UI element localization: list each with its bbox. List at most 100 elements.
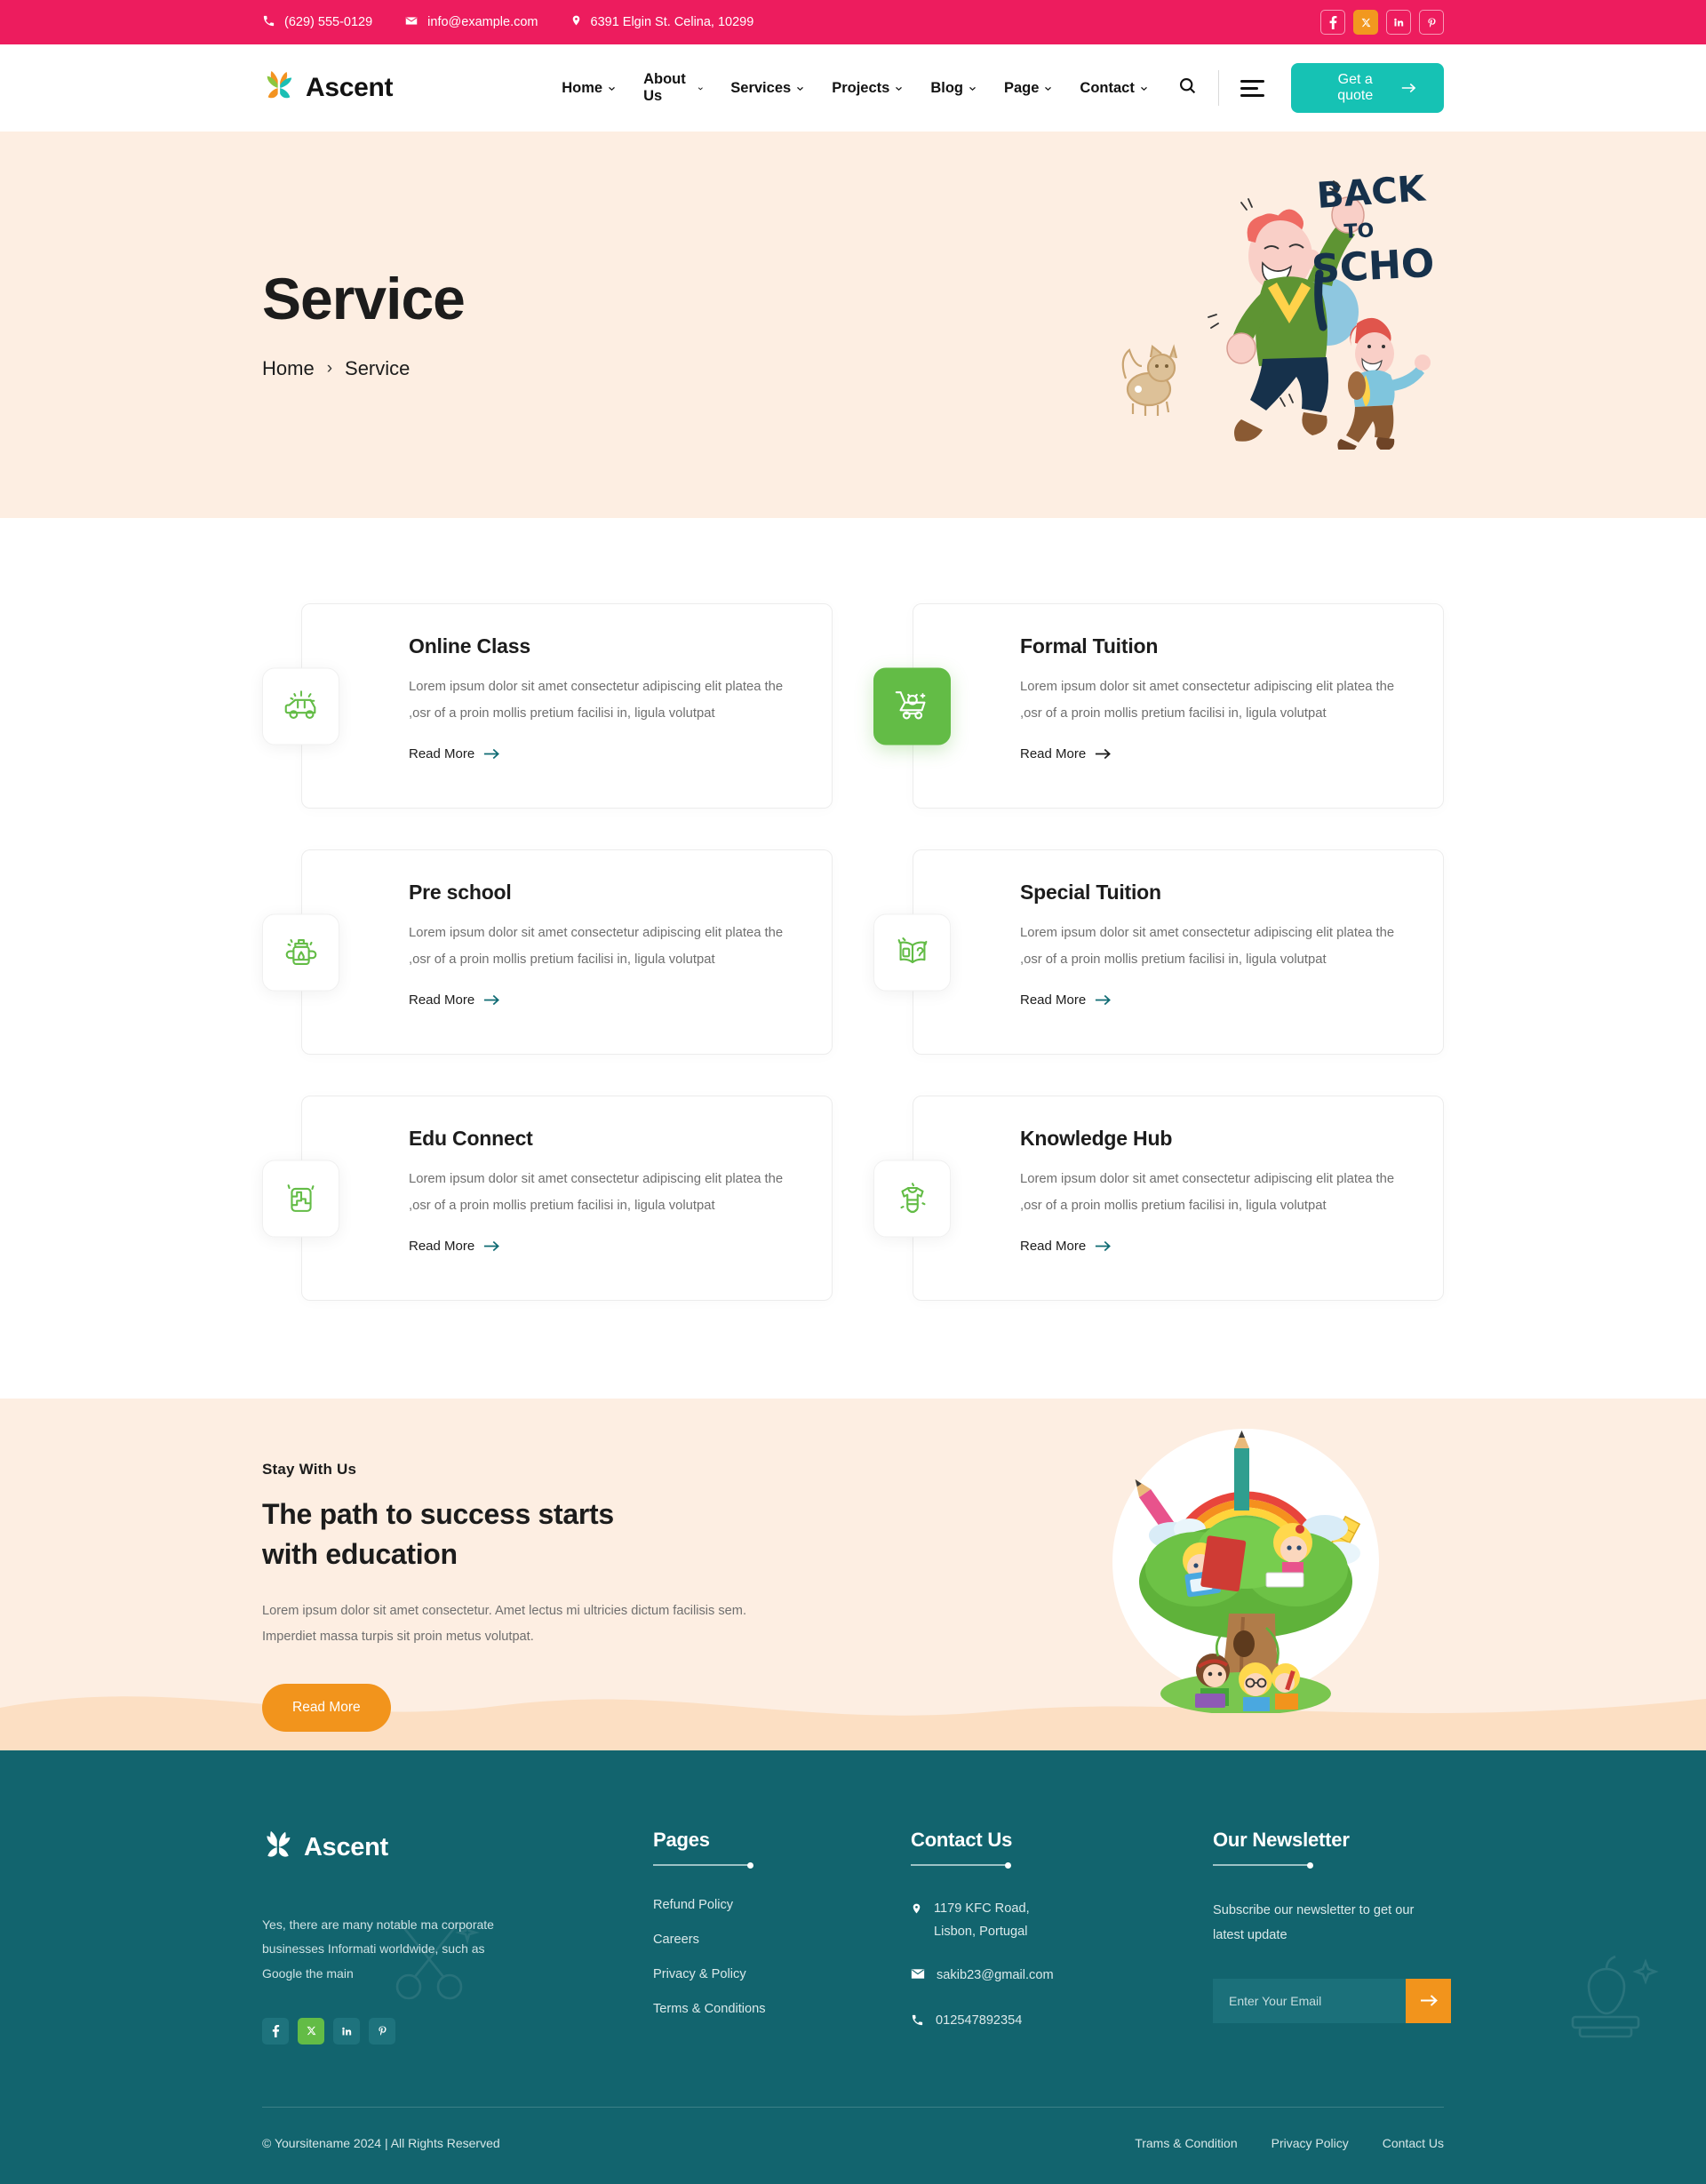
social-x-twitter-icon[interactable] [298,2017,324,2045]
arrow-right-icon [484,995,500,1006]
social-linkedin-icon[interactable] [333,2017,360,2045]
service-title: Online Class [409,634,530,658]
service-card-knowledge-hub[interactable]: Knowledge Hub Lorem ipsum dolor sit amet… [873,1096,1444,1301]
search-icon[interactable] [1178,76,1197,100]
chevron-down-icon [896,86,903,91]
footer-bottom-link-terms[interactable]: Trams & Condition [1135,2136,1237,2150]
social-x-twitter-icon[interactable] [1353,10,1378,35]
arrow-right-icon [484,749,500,760]
topbar-phone-text: (629) 555-0129 [284,15,373,29]
apple-book-decoration-icon [1571,1955,1659,2038]
service-title: Pre school [409,881,512,904]
footer-email[interactable]: sakib23@gmail.com [911,1965,1177,1989]
arrow-right-icon [1096,995,1112,1006]
location-pin-icon [570,13,582,31]
site-footer: Ascent Yes, there are many notable ma co… [0,1750,1706,2184]
brand-logo[interactable]: Ascent [262,68,394,108]
arrow-right-icon [1096,1241,1112,1252]
service-description: Lorem ipsum dolor sit amet consectetur a… [409,680,784,721]
read-more-link[interactable]: Read More [409,746,500,761]
footer-phone[interactable]: 012547892354 [911,2010,1177,2036]
service-card-body: Formal Tuition Lorem ipsum dolor sit ame… [913,603,1444,809]
read-more-link[interactable]: Read More [409,992,500,1008]
chevron-down-icon [969,86,976,91]
service-card-body: Special Tuition Lorem ipsum dolor sit am… [913,849,1444,1055]
service-card-edu-connect[interactable]: Edu Connect Lorem ipsum dolor sit amet c… [262,1096,833,1301]
footer-newsletter-body: Subscribe our newsletter to get our late… [1213,1903,1415,1943]
footer-social-group [262,2017,618,2045]
service-card-body: Edu Connect Lorem ipsum dolor sit amet c… [301,1096,833,1301]
footer-link-refund-policy[interactable]: Refund Policy [653,1898,875,1912]
footer-address-line2: Lisbon, Portugal [934,1924,1028,1939]
arrow-right-icon [1401,83,1415,93]
nav-item-about-us[interactable]: About Us [643,71,703,105]
art-word-back: BACK [1315,168,1428,217]
topbar: (629) 555-0129 info@example.com 6391 Elg… [0,0,1706,44]
service-card-body: Knowledge Hub Lorem ipsum dolor sit amet… [913,1096,1444,1301]
service-card-body: Online Class Lorem ipsum dolor sit amet … [301,603,833,809]
nav-item-home[interactable]: Home [562,80,616,97]
nav-item-projects[interactable]: Projects [832,80,903,97]
topbar-email[interactable]: info@example.com [404,14,538,31]
read-more-link[interactable]: Read More [1020,746,1112,762]
heading-underline [653,1862,753,1869]
social-pinterest-icon[interactable] [369,2017,395,2045]
main-navbar: Ascent Home About Us Services Projects B… [0,44,1706,132]
newsletter-email-input[interactable] [1213,1978,1406,2023]
read-more-label: Read More [1020,746,1087,762]
footer-bottom-link-contact[interactable]: Contact Us [1383,2136,1444,2150]
topbar-phone[interactable]: (629) 555-0129 [262,14,372,31]
service-card-special-tuition[interactable]: Special Tuition Lorem ipsum dolor sit am… [873,849,1444,1055]
baby-onesie-icon [873,1160,951,1237]
social-linkedin-icon[interactable] [1386,10,1411,35]
footer-brand-column: Ascent Yes, there are many notable ma co… [262,1829,618,2045]
nav-item-contact[interactable]: Contact [1080,80,1147,97]
arrow-right-icon [484,1241,500,1252]
puzzle-icon [262,1160,339,1237]
ascent-leaf-logo-icon [262,68,296,108]
footer-address: 1179 KFC Road, Lisbon, Portugal [911,1898,1177,1943]
nav-item-page-label: Page [1003,79,1040,96]
art-word-school: SCHOOL [1311,237,1435,292]
footer-about-text: Yes, there are many notable ma corporate… [262,1917,494,1981]
hamburger-menu-icon[interactable] [1240,79,1264,97]
breadcrumb-home[interactable]: Home [262,357,315,380]
service-card-pre-school[interactable]: Pre school Lorem ipsum dolor sit amet co… [262,849,833,1055]
read-more-label: Read More [409,1239,475,1255]
read-more-label: Read More [1020,1239,1087,1255]
nav-item-services[interactable]: Services [730,80,804,97]
read-more-link[interactable]: Read More [1020,992,1112,1008]
service-title: Edu Connect [409,1127,533,1150]
nav-item-blog-label: Blog [930,79,963,96]
footer-pages-links: Refund Policy Careers Privacy & Policy T… [653,1898,875,2016]
art-word-to: TO [1343,219,1375,243]
footer-link-careers[interactable]: Careers [653,1933,875,1947]
footer-link-terms-conditions[interactable]: Terms & Conditions [653,2002,875,2016]
social-facebook-icon[interactable] [262,2017,289,2045]
nav-item-page[interactable]: Page [1004,80,1052,97]
social-facebook-icon[interactable] [1320,10,1345,35]
service-card-online-class[interactable]: Online Class Lorem ipsum dolor sit amet … [262,603,833,809]
read-more-label: Read More [409,992,475,1008]
service-title: Special Tuition [1020,881,1161,904]
get-a-quote-button[interactable]: Get a quote [1290,63,1444,113]
open-book-icon [873,913,951,991]
read-more-link[interactable]: Read More [409,1239,500,1255]
footer-bottom-link-privacy[interactable]: Privacy Policy [1272,2136,1349,2150]
nav-item-blog[interactable]: Blog [930,80,977,97]
footer-email-text: sakib23@gmail.com [937,1968,1054,1983]
footer-logo[interactable]: Ascent [262,1829,618,1867]
topbar-address-text: 6391 Elgin St. Celina, 10299 [590,15,754,29]
social-pinterest-icon[interactable] [1419,10,1444,35]
footer-newsletter-column: Our Newsletter Subscribe our newsletter … [1213,1829,1479,2045]
service-description: Lorem ipsum dolor sit amet consectetur a… [409,1172,784,1213]
footer-link-privacy-policy[interactable]: Privacy & Policy [653,1967,875,1981]
cta-read-more-button[interactable]: Read More [262,1684,391,1733]
read-more-link[interactable]: Read More [1020,1239,1112,1255]
cta-heading: The path to success starts with educatio… [262,1495,813,1575]
service-card-body: Pre school Lorem ipsum dolor sit amet co… [301,849,833,1055]
back-to-school-illustration: BACK TO SCHOOL [1106,156,1494,453]
service-card-formal-tuition[interactable]: Formal Tuition Lorem ipsum dolor sit ame… [873,603,1444,809]
newsletter-submit-button[interactable] [1406,1978,1451,2023]
tree-with-children-illustration [1108,1411,1383,1715]
